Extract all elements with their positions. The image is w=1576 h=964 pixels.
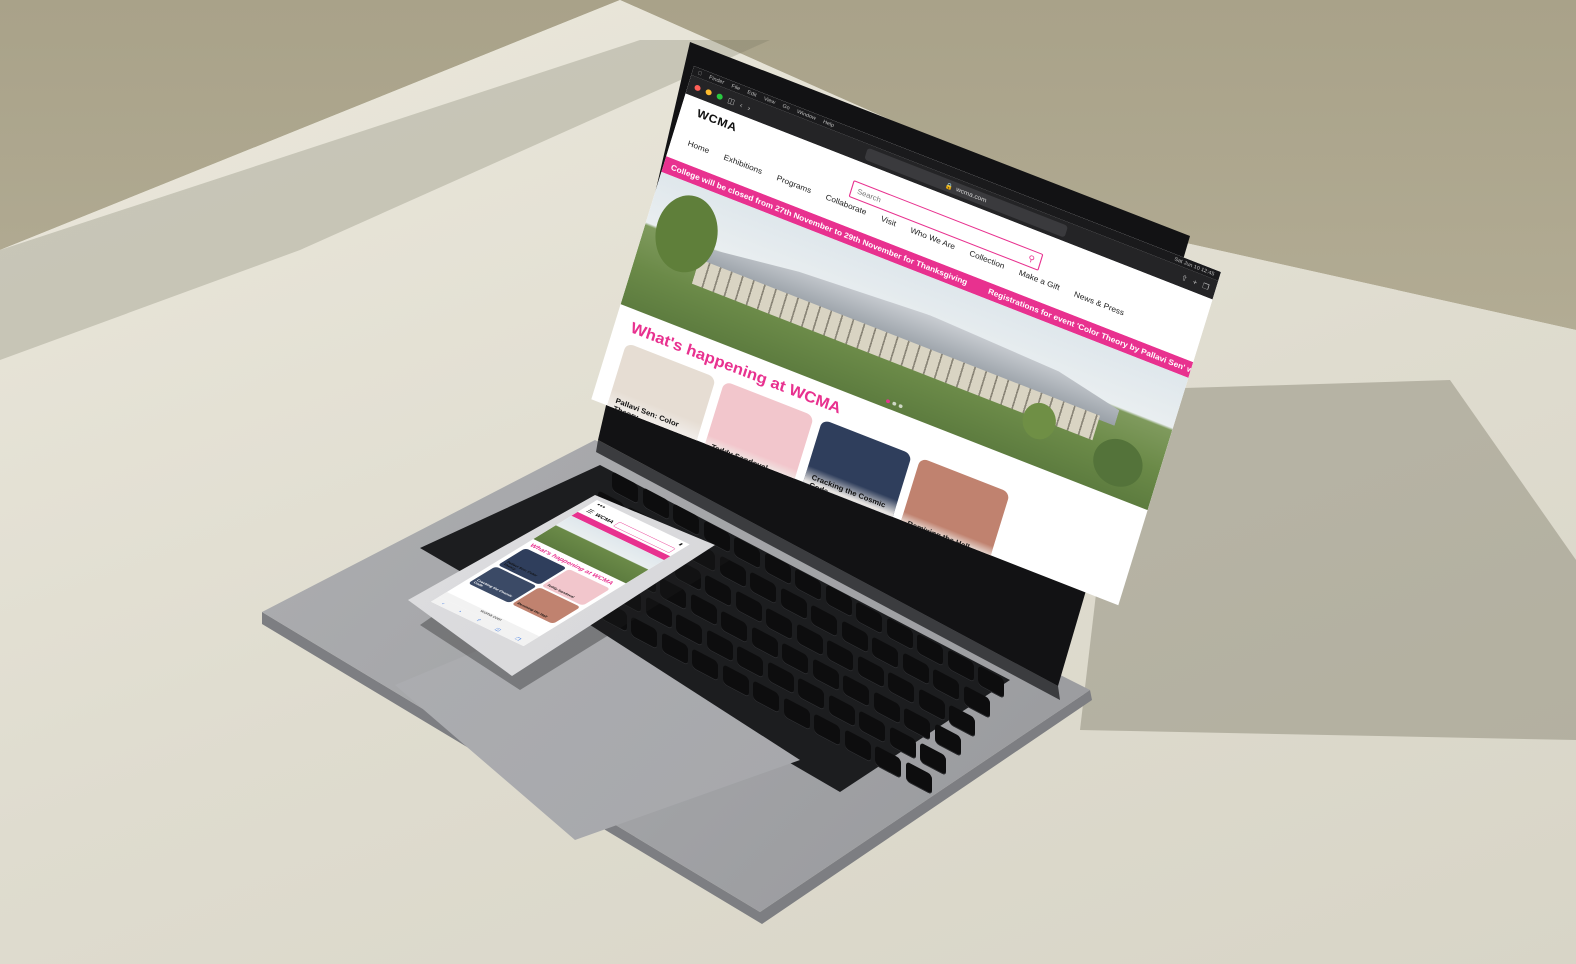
carousel-dot[interactable] [891,401,897,407]
share-icon[interactable]: ⇧ [474,618,483,623]
nav-home[interactable]: Home [687,139,711,156]
nav-programs[interactable]: Programs [776,174,813,196]
apple-icon[interactable]:  [697,70,703,77]
back-icon[interactable]: ‹ [739,100,744,109]
carousel-dot-active[interactable] [885,398,891,404]
tabs-icon[interactable]: ❐ [513,636,522,641]
search-icon[interactable]: ⚲ [1027,253,1036,265]
nav-visit[interactable]: Visit [880,214,897,228]
new-tab-icon[interactable]: + [1192,277,1199,287]
tabs-overview-icon[interactable]: ❐ [1201,281,1210,292]
minimize-window-button[interactable] [704,88,713,96]
carousel-dots [885,398,904,409]
scene:  Finder File Edit View Go Window Help S… [0,0,1576,964]
sidebar-icon[interactable]: ◫ [727,95,736,106]
phone-card-title: Cracking the Cosmic Code [472,578,514,598]
bookmarks-icon[interactable]: ◫ [494,627,503,632]
forward-icon[interactable]: › [747,103,752,112]
forward-icon[interactable]: › [457,610,463,614]
lock-icon: 🔒 [944,181,955,192]
nav-exhibitions[interactable]: Exhibitions [723,153,764,176]
tree [1087,431,1149,495]
back-icon[interactable]: ‹ [440,601,446,605]
nav-news-press[interactable]: News & Press [1073,290,1125,318]
ticker-separator [977,284,979,290]
phone-battery-icon: ▮ [677,542,685,547]
zoom-window-button[interactable] [716,92,724,101]
close-window-button[interactable] [693,83,702,92]
nav-make-a-gift[interactable]: Make a Gift [1018,268,1061,292]
carousel-dot[interactable] [898,403,904,409]
share-icon[interactable]: ⇧ [1180,273,1189,284]
phone-card-title: Remixing the Hall [516,601,549,618]
